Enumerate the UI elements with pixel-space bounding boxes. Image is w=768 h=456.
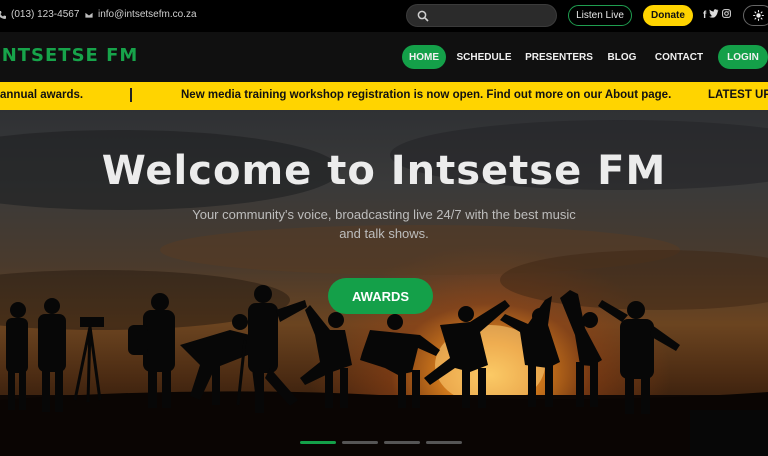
- site-logo[interactable]: INTSETSE FM: [0, 45, 138, 66]
- carousel-dot[interactable]: [300, 441, 336, 444]
- ticker-item: annual awards.: [0, 89, 84, 101]
- awards-button[interactable]: AWARDS: [328, 278, 433, 314]
- top-bar: (013) 123-4567 info@intsetsefm.co.za Lis…: [0, 0, 768, 32]
- search-box[interactable]: [406, 4, 557, 27]
- twitter-icon[interactable]: [709, 9, 719, 22]
- donate-button[interactable]: Donate: [643, 5, 693, 26]
- news-ticker: annual awards. New media training worksh…: [0, 82, 768, 110]
- nav-contact[interactable]: CONTACT: [652, 45, 706, 69]
- search-input[interactable]: [435, 10, 545, 21]
- facebook-icon[interactable]: f: [703, 10, 706, 22]
- theme-toggle[interactable]: [743, 5, 768, 26]
- ticker-item: LATEST UP: [708, 89, 768, 101]
- carousel-dot[interactable]: [426, 441, 462, 444]
- carousel-indicators: [300, 441, 462, 444]
- hero-subtitle: Your community's voice, broadcasting liv…: [192, 207, 576, 241]
- carousel-dot[interactable]: [384, 441, 420, 444]
- hero-banner: Welcome to Intsetse FM Your community's …: [0, 110, 768, 456]
- search-icon: [417, 10, 429, 22]
- nav-blog[interactable]: BLOG: [606, 45, 638, 69]
- listen-live-button[interactable]: Listen Live: [568, 5, 632, 26]
- sun-icon: [753, 10, 764, 21]
- carousel-dot[interactable]: [342, 441, 378, 444]
- ticker-divider: [130, 88, 132, 102]
- email-contact[interactable]: info@intsetsefm.co.za: [84, 9, 197, 20]
- nav-presenters[interactable]: PRESENTERS: [525, 45, 593, 69]
- ticker-item: New media training workshop registration…: [181, 89, 672, 101]
- social-links: f: [703, 9, 732, 22]
- envelope-icon: [84, 11, 94, 18]
- hero-title: Welcome to Intsetse FM: [101, 148, 667, 194]
- nav-home[interactable]: HOME: [402, 45, 446, 69]
- phone-icon: [0, 10, 6, 19]
- nav-schedule[interactable]: SCHEDULE: [455, 45, 513, 69]
- instagram-icon[interactable]: [722, 9, 732, 22]
- phone-contact[interactable]: (013) 123-4567: [0, 9, 79, 20]
- phone-number: (013) 123-4567: [11, 9, 80, 20]
- email-address: info@intsetsefm.co.za: [98, 9, 197, 20]
- login-button[interactable]: LOGIN: [718, 45, 768, 69]
